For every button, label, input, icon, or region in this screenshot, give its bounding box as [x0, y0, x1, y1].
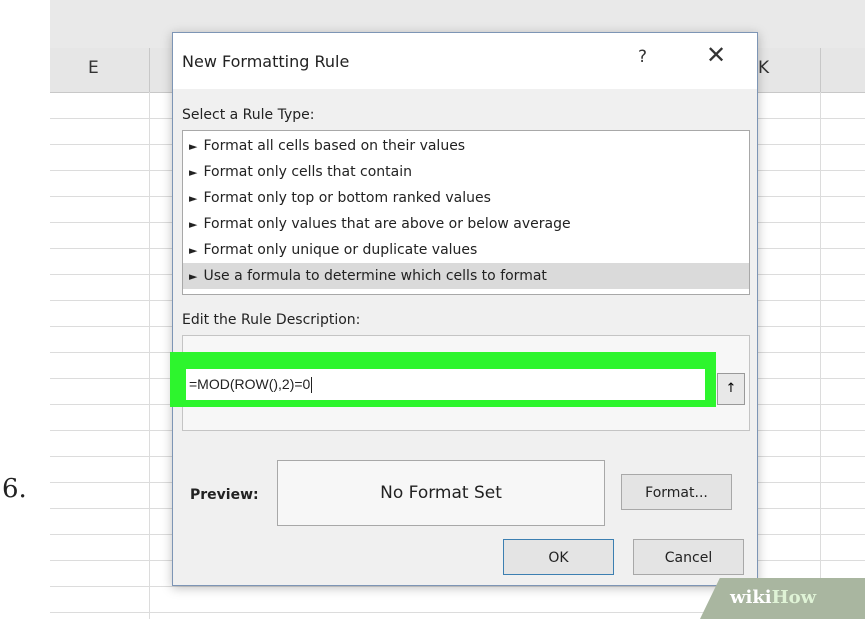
grid-column-line: [149, 92, 150, 619]
rule-type-label: Format all cells based on their values: [203, 138, 466, 154]
text-caret: [311, 377, 313, 394]
step-number: 6.: [2, 474, 27, 504]
formula-input[interactable]: =MOD(ROW(),2)=0: [186, 369, 705, 400]
column-divider: [820, 48, 821, 92]
preview-label: Preview:: [190, 487, 259, 503]
cancel-button[interactable]: Cancel: [633, 539, 744, 575]
preview-box: No Format Set: [277, 460, 605, 526]
bullet-arrow-icon: ►: [189, 166, 198, 179]
rule-type-item[interactable]: ► Format all cells based on their values: [183, 133, 749, 159]
dialog-titlebar: New Formatting Rule ? ✕: [173, 33, 757, 89]
bullet-arrow-icon: ►: [189, 270, 198, 283]
rule-type-item-selected[interactable]: ► Use a formula to determine which cells …: [183, 263, 749, 289]
edit-description-label: Edit the Rule Description:: [182, 312, 361, 328]
range-selector-button[interactable]: ↑: [717, 373, 745, 405]
column-divider: [149, 48, 150, 92]
rule-type-item[interactable]: ► Format only unique or duplicate values: [183, 237, 749, 263]
rule-type-item[interactable]: ► Format only top or bottom ranked values: [183, 185, 749, 211]
rule-type-item[interactable]: ► Format only values that are above or be…: [183, 211, 749, 237]
dialog-title: New Formatting Rule: [182, 52, 350, 71]
rule-type-list: ► Format all cells based on their values …: [182, 130, 750, 295]
bullet-arrow-icon: ►: [189, 140, 198, 153]
format-button[interactable]: Format...: [621, 474, 732, 510]
help-button[interactable]: ?: [638, 47, 647, 67]
grid-column-line: [820, 92, 821, 619]
rule-type-label: Format only unique or duplicate values: [203, 242, 478, 258]
bullet-arrow-icon: ►: [189, 218, 198, 231]
rule-type-label: Use a formula to determine which cells t…: [203, 268, 547, 284]
ok-button[interactable]: OK: [503, 539, 614, 575]
new-formatting-rule-dialog: New Formatting Rule ? ✕ Select a Rule Ty…: [172, 32, 758, 586]
rule-type-label: Format only top or bottom ranked values: [203, 190, 491, 206]
bullet-arrow-icon: ►: [189, 192, 198, 205]
rule-type-label: Format only cells that contain: [203, 164, 412, 180]
formula-value: =MOD(ROW(),2)=0: [189, 376, 311, 392]
rule-type-item[interactable]: ► Format only cells that contain: [183, 159, 749, 185]
select-rule-type-label: Select a Rule Type:: [182, 107, 315, 123]
column-header-e[interactable]: E: [88, 58, 99, 78]
rule-type-label: Format only values that are above or bel…: [203, 216, 571, 232]
bullet-arrow-icon: ►: [189, 244, 198, 257]
close-icon[interactable]: ✕: [706, 43, 726, 67]
column-header-k[interactable]: K: [758, 58, 769, 78]
wikihow-logo: wikiHow: [730, 587, 817, 608]
